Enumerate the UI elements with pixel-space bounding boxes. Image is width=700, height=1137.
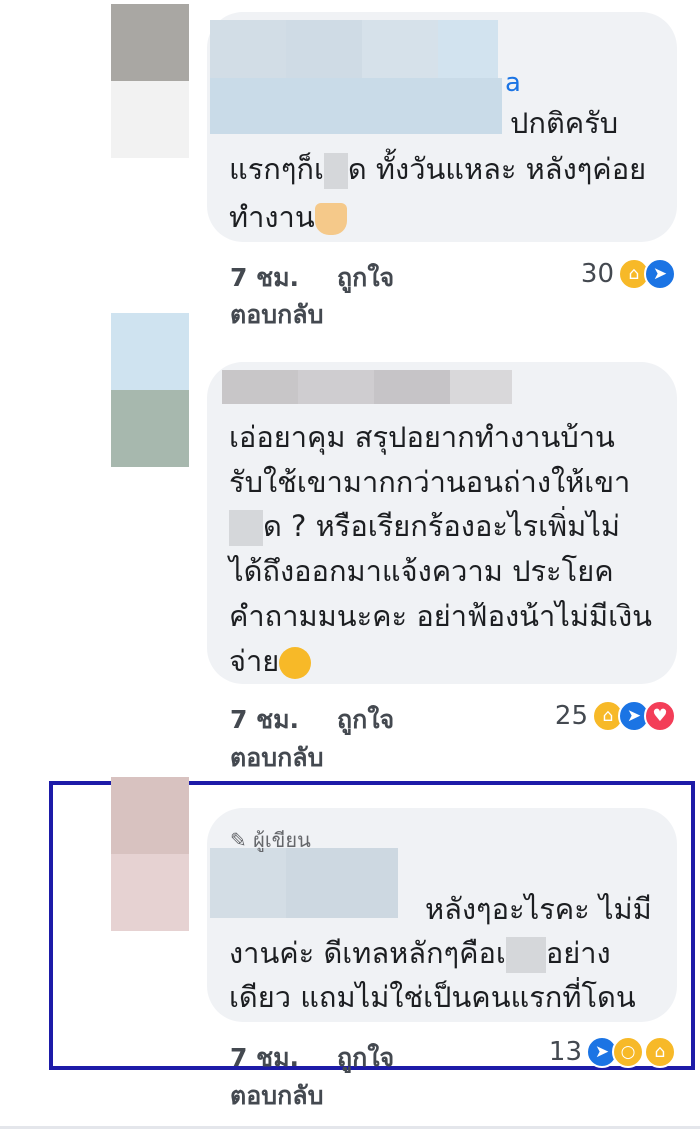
comment-text: เอ่อยาคุม สรุปอยากทำงานบ้าน bbox=[229, 420, 615, 454]
avatar-blur bbox=[111, 4, 189, 81]
comment-text: ทำงาน bbox=[229, 196, 347, 238]
wow-reaction-icon: ○ bbox=[612, 1036, 644, 1068]
redacted-word bbox=[229, 510, 263, 546]
author-name-fragment: a bbox=[505, 68, 521, 98]
reaction-count: 25 bbox=[554, 701, 588, 731]
author-badge-label: ผู้เขียน bbox=[253, 828, 311, 852]
comment-text: จ่าย bbox=[229, 640, 312, 682]
divider bbox=[0, 1126, 700, 1129]
comment-text: ได้ถึงออกมาแจ้งความ ประโยค bbox=[229, 554, 614, 588]
avatar-blur bbox=[111, 777, 189, 854]
avatar-blur bbox=[111, 81, 189, 158]
haha-reaction-icon: ⌂ bbox=[644, 1036, 676, 1068]
reply-button[interactable]: ตอบกลับ bbox=[230, 1076, 323, 1116]
reply-button[interactable]: ตอบกลับ bbox=[230, 295, 323, 335]
comment-text-part: งานค่ะ ดีเทลหลักๆคือเ bbox=[229, 936, 506, 970]
smirk-face-emoji-icon bbox=[279, 647, 312, 679]
author-name-blurred bbox=[374, 370, 450, 404]
reaction-summary[interactable]: 13 ➤ ○ ⌂ bbox=[549, 1034, 676, 1070]
reaction-summary[interactable]: 25 ⌂ ➤ ♥ bbox=[555, 698, 676, 734]
author-name-blurred bbox=[362, 20, 438, 78]
comment-text-part: ด ? หรือเรียกร้องอะไรเพิ่มไม่ bbox=[263, 509, 620, 543]
redacted-word bbox=[323, 153, 348, 189]
comment-text: หลังๆอะไรคะ ไม่มี bbox=[425, 892, 652, 926]
author-name-blurred bbox=[298, 370, 374, 404]
comment-text-part: อย่าง bbox=[545, 936, 611, 970]
comment-text-part: ด ทั้งวันแหละ หลังๆค่อย bbox=[347, 152, 647, 186]
love-reaction-icon: ♥ bbox=[644, 700, 676, 732]
like-reaction-icon: ➤ bbox=[644, 258, 676, 290]
author-name-blurred[interactable] bbox=[210, 20, 286, 78]
author-name-blurred bbox=[438, 20, 498, 78]
comment-time[interactable]: 7 ชม. bbox=[230, 263, 299, 292]
reaction-summary[interactable]: 30 ⌂ ➤ bbox=[581, 256, 676, 292]
avatar[interactable] bbox=[111, 313, 189, 467]
avatar-blur bbox=[111, 313, 189, 390]
author-name-blurred[interactable] bbox=[222, 370, 298, 404]
comment-text: เดียว แถมไม่ใช่เป็นคนแรกที่โดน bbox=[229, 980, 636, 1014]
comment-text: รับใช้เขามากกว่านอนถ่างให้เขา bbox=[229, 465, 631, 499]
comment-text-blurred bbox=[210, 78, 502, 134]
author-badge: ✎ ผู้เขียน bbox=[230, 824, 311, 856]
comment-text-part: ทำงาน bbox=[229, 200, 315, 234]
comment-text-part: จ่าย bbox=[229, 644, 280, 678]
comment-time[interactable]: 7 ชม. bbox=[230, 1043, 299, 1072]
author-name-blurred[interactable] bbox=[210, 848, 286, 918]
comment-text: งานค่ะ ดีเทลหลักๆคือเ อย่าง bbox=[229, 932, 611, 974]
comment-bubble: a ปกติครับ แรกๆก็เ ด ทั้งวันแหละ หลังๆค่อ… bbox=[207, 12, 677, 242]
comment-text: คำถามมนะคะ อย่าฟ้องน้าไม่มีเงิน bbox=[229, 599, 652, 633]
avatar-blur bbox=[111, 854, 189, 931]
comment-text: แรกๆก็เ ด ทั้งวันแหละ หลังๆค่อย bbox=[229, 148, 646, 190]
comment-meta: 7 ชม. ถูกใจ bbox=[230, 700, 394, 740]
author-name-blurred bbox=[286, 20, 362, 78]
author-name-blurred bbox=[450, 370, 512, 404]
comment-bubble: เอ่อยาคุม สรุปอยากทำงานบ้าน รับใช้เขามาก… bbox=[207, 362, 677, 684]
like-button[interactable]: ถูกใจ bbox=[337, 263, 394, 292]
comment-text: ด ? หรือเรียกร้องอะไรเพิ่มไม่ bbox=[229, 505, 620, 547]
comment-text: ปกติครับ bbox=[510, 106, 619, 140]
comment-text-part: แรกๆก็เ bbox=[229, 152, 324, 186]
comment-time[interactable]: 7 ชม. bbox=[230, 705, 299, 734]
pencil-icon: ✎ bbox=[230, 828, 247, 852]
avatar[interactable] bbox=[111, 777, 189, 931]
reaction-count: 30 bbox=[580, 259, 614, 289]
avatar-blur bbox=[111, 390, 189, 467]
like-button[interactable]: ถูกใจ bbox=[337, 1043, 394, 1072]
folded-hands-emoji-icon bbox=[314, 203, 347, 235]
like-button[interactable]: ถูกใจ bbox=[337, 705, 394, 734]
comment-meta: 7 ชม. ถูกใจ bbox=[230, 1038, 394, 1078]
reaction-count: 13 bbox=[548, 1037, 582, 1067]
comment-meta: 7 ชม. ถูกใจ bbox=[230, 258, 394, 298]
redacted-word bbox=[505, 937, 546, 973]
reply-button[interactable]: ตอบกลับ bbox=[230, 738, 323, 778]
avatar[interactable] bbox=[111, 4, 189, 158]
author-name-blurred bbox=[286, 848, 398, 918]
